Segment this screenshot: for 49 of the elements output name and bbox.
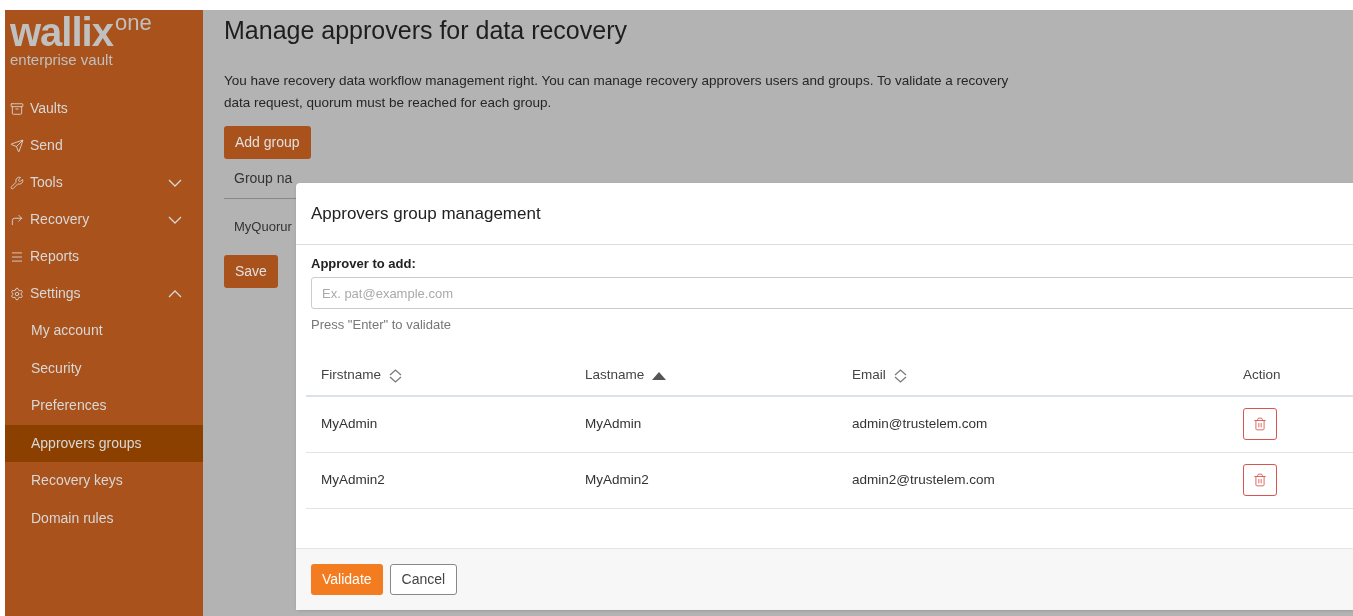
sidebar-subitem[interactable]: Approvers groups	[5, 424, 203, 462]
field-label: Approver to add:	[311, 255, 417, 273]
sidebar-item[interactable]: Send	[5, 127, 203, 164]
delete-button[interactable]	[1243, 408, 1277, 440]
cancel-button[interactable]: Cancel	[389, 564, 458, 595]
validate-button[interactable]: Validate	[311, 564, 383, 595]
sidebar-subitem[interactable]: Recovery keys	[5, 462, 203, 500]
sidebar-item[interactable]: Tools	[5, 164, 203, 201]
column-header[interactable]: Lastname	[585, 365, 645, 386]
sidebar-subitem[interactable]: My account	[5, 312, 203, 350]
sidebar-subitem[interactable]: Security	[5, 349, 203, 387]
chevron-up-icon	[168, 289, 182, 298]
paper-plane-icon	[10, 138, 24, 153]
chevron-down-icon	[168, 215, 182, 224]
sidebar-item[interactable]: Recovery	[5, 201, 203, 238]
column-header: Action	[1243, 366, 1281, 385]
menu-icon	[10, 249, 24, 264]
delete-button[interactable]	[1243, 464, 1277, 496]
add-group-button[interactable]: Add group	[224, 126, 311, 159]
field-hint: Press "Enter" to validate	[311, 316, 453, 334]
page-description: You have recovery data workflow management right. You can manage recovery approvers users and groups. To validate a recovery data request, quorum must be reached for each group.	[224, 72, 1010, 112]
trash-icon	[1253, 417, 1267, 431]
sidebar-subitem[interactable]: Preferences	[5, 387, 203, 425]
chevron-down-icon	[168, 178, 182, 187]
curved-arrow-icon	[10, 212, 24, 227]
trash-icon	[1253, 473, 1267, 487]
logo-tagline: enterprise vault	[10, 52, 114, 68]
approver-input-field[interactable]: Ex. pat@example.com	[311, 277, 1353, 309]
table-cell-text: MyAdmin	[584, 414, 643, 433]
logo-wordmark: wallix	[10, 12, 113, 52]
table-cell-text: MyAdmin	[320, 414, 379, 433]
wrench-icon	[10, 175, 24, 190]
column-header[interactable]: Firstname	[321, 365, 381, 386]
column-header[interactable]: Email	[852, 365, 886, 386]
table-cell-text: MyAdmin2	[320, 470, 386, 489]
logo-suffix: one	[114, 12, 152, 34]
sidebar-item[interactable]: Settings	[5, 275, 203, 312]
table-cell-text: MyQuorur	[233, 218, 293, 237]
sidebar-item[interactable]: Reports	[5, 238, 203, 275]
table-cell-text: admin2@trustelem.com	[851, 470, 996, 489]
sidebar-item[interactable]: Vaults	[5, 90, 203, 127]
settings-icon	[10, 286, 24, 301]
table-cell-text: admin@trustelem.com	[851, 414, 989, 433]
modal-title: Approvers group management	[311, 202, 541, 225]
tray-icon	[10, 101, 24, 116]
sidebar-subitem[interactable]: Domain rules	[5, 499, 203, 537]
page-title: Manage approvers for data recovery	[224, 15, 628, 46]
table-cell-text: MyAdmin2	[584, 470, 650, 489]
save-button[interactable]: Save	[224, 255, 278, 288]
